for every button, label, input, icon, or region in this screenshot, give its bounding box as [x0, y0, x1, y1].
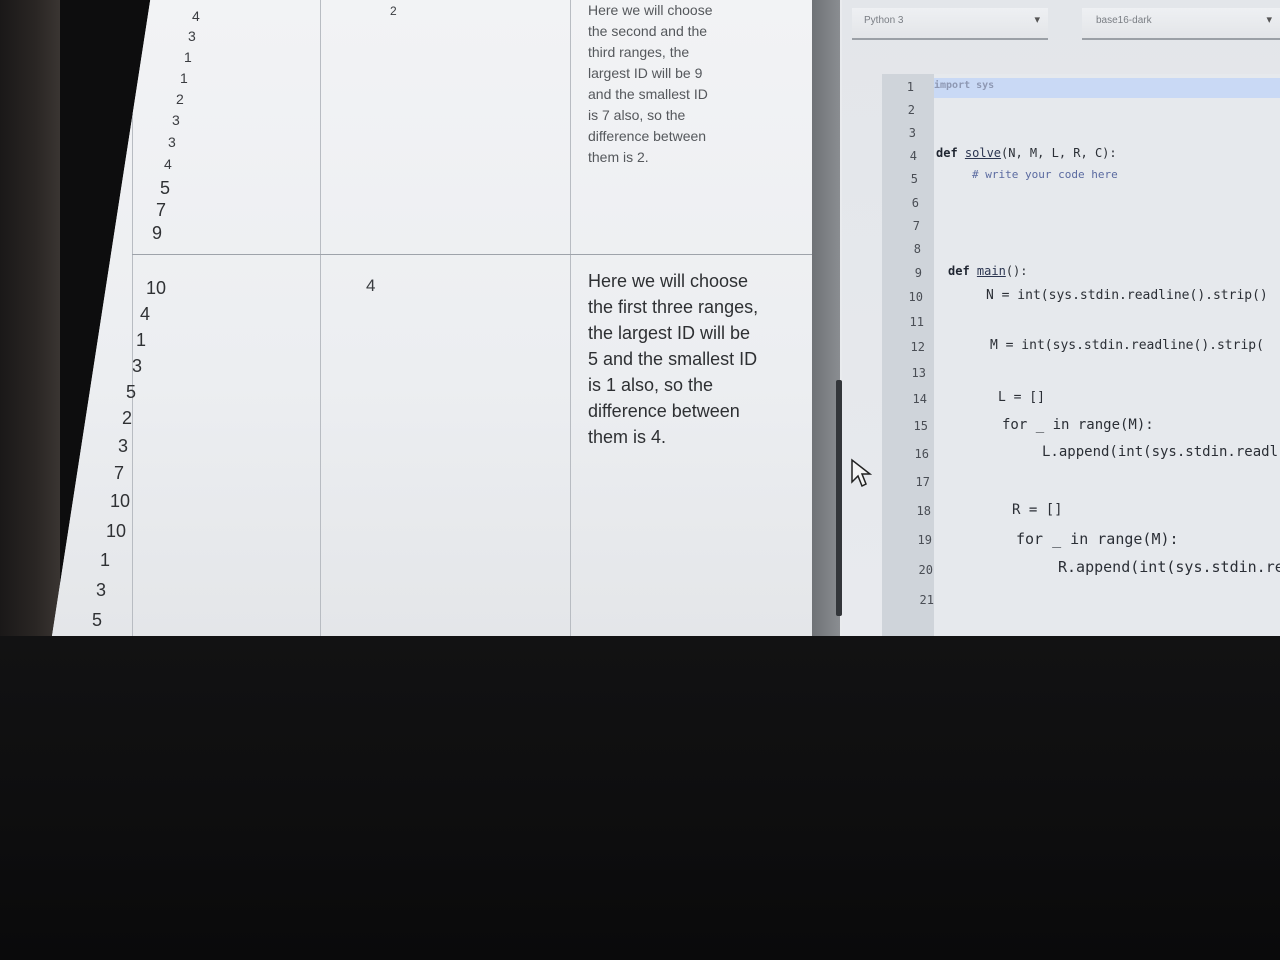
- code-line: import sys: [934, 80, 995, 91]
- photo-of-screen: 4 3 1 1 2 3 3 4 5 7 9 2 Here we will cho…: [0, 0, 1280, 960]
- language-select[interactable]: Python 3 ▾: [852, 8, 1048, 40]
- lower-output-value: 4: [366, 276, 376, 295]
- code-input[interactable]: import sys def solve(N, M, L, R, C): # w…: [934, 74, 1280, 636]
- theme-select[interactable]: base16-dark ▾: [1082, 8, 1280, 40]
- lower-input-value: 10: [146, 278, 167, 298]
- upper-input-value: 3: [168, 134, 176, 150]
- line-number-gutter: 1 2 3 4 5 6 7 8 9 10 11 12 13 14 15 16 1…: [882, 74, 934, 636]
- language-select-value: Python 3: [864, 15, 904, 26]
- lower-explanation: Here we will choose the first three rang…: [588, 271, 759, 447]
- lower-input-value: 1: [136, 330, 147, 350]
- lower-input-value: 5: [126, 382, 137, 402]
- upper-input-value: 3: [172, 112, 180, 128]
- lower-input-value: 7: [114, 463, 125, 483]
- mouse-pointer-icon: [851, 458, 872, 488]
- code-line: N = int(sys.stdin.readline().strip(): [986, 288, 1268, 303]
- line-number: 2: [907, 103, 915, 117]
- table-column-divider: [132, 0, 133, 636]
- line-number: 21: [919, 593, 934, 607]
- theme-select-value: base16-dark: [1096, 15, 1152, 26]
- code-line: L = []: [998, 390, 1045, 405]
- lower-input-value: 1: [100, 550, 111, 570]
- upper-input-value: 3: [188, 28, 196, 44]
- line-number: 3: [908, 126, 916, 140]
- lower-input-value: 2: [122, 408, 133, 428]
- laptop-bezel-bottom: [0, 636, 1280, 960]
- line-number: 12: [910, 340, 925, 354]
- line-number: 17: [915, 475, 930, 489]
- code-editor-panel: Python 3 ▾ base16-dark ▾ 1 2 3 4 5 6 7 8…: [842, 0, 1280, 636]
- code-line: for _ in range(M):: [1016, 530, 1179, 548]
- upper-input-value: 2: [176, 91, 184, 107]
- code-line: R = []: [1012, 502, 1063, 518]
- code-line: for _ in range(M):: [1002, 417, 1154, 433]
- table-row-divider: [132, 254, 812, 255]
- line-number: 11: [909, 315, 924, 329]
- code-line: R.append(int(sys.stdin.re: [1058, 558, 1280, 576]
- lower-input-value: 10: [110, 491, 131, 511]
- line-number: 18: [916, 504, 931, 518]
- line-number: 10: [908, 290, 923, 304]
- upper-input-value: 1: [180, 70, 188, 86]
- sample-test-table: 4 3 1 1 2 3 3 4 5 7 9 2 Here we will cho…: [52, 0, 822, 636]
- lower-input-value: 3: [118, 436, 129, 456]
- code-line: def main():: [948, 264, 1028, 278]
- table-column-divider: [320, 0, 321, 636]
- line-number: 7: [912, 219, 920, 233]
- line-number: 14: [912, 392, 927, 406]
- line-number: 6: [911, 196, 919, 210]
- line-number: 5: [910, 172, 918, 186]
- line-number: 4: [909, 149, 917, 163]
- lower-input-value: 3: [96, 580, 107, 600]
- screen: 4 3 1 1 2 3 3 4 5 7 9 2 Here we will cho…: [52, 0, 1280, 636]
- upper-explanation: Here we will choose the second and the t…: [588, 2, 713, 165]
- line-number: 16: [914, 447, 929, 461]
- chevron-down-icon: ▾: [1034, 14, 1040, 26]
- line-number: 8: [913, 242, 921, 256]
- code-comment: # write your code here: [972, 168, 1118, 181]
- lower-input-value: 10: [106, 521, 127, 541]
- upper-input-value: 4: [192, 8, 200, 24]
- upper-input-value: 9: [152, 223, 163, 243]
- upper-output-value: 2: [390, 4, 397, 18]
- line-number: 19: [917, 533, 932, 547]
- lower-input-value: 4: [140, 304, 151, 324]
- line-number: 9: [914, 266, 922, 280]
- code-line: M = int(sys.stdin.readline().strip(: [990, 338, 1264, 353]
- chevron-down-icon: ▾: [1266, 14, 1272, 26]
- code-line: def solve(N, M, L, R, C):: [936, 146, 1117, 160]
- upper-input-value: 7: [156, 200, 167, 220]
- upper-input-value: 1: [184, 49, 192, 65]
- table-column-divider: [570, 0, 571, 636]
- line-number: 20: [918, 563, 933, 577]
- lower-input-value: 3: [132, 356, 143, 376]
- line-number: 13: [911, 366, 926, 380]
- line-number: 15: [913, 419, 928, 433]
- line-number: 1: [906, 80, 914, 94]
- upper-input-value: 4: [164, 156, 172, 172]
- code-line: L.append(int(sys.stdin.readl: [1042, 444, 1279, 460]
- upper-input-value: 5: [160, 178, 171, 198]
- laptop-bezel-left: [0, 0, 60, 636]
- lower-input-value: 5: [92, 610, 103, 630]
